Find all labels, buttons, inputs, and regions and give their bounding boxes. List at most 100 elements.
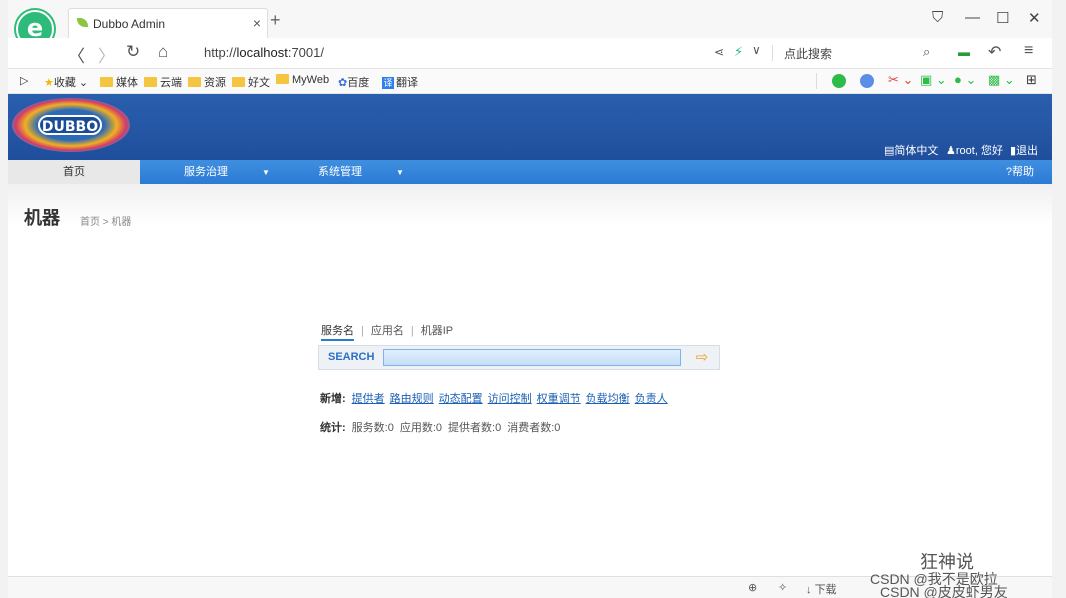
bookmark-articles[interactable]: 好文 <box>232 74 270 90</box>
search-type-tabs: 服务名 | 应用名 | 机器IP <box>321 322 453 341</box>
minimize-button[interactable]: — <box>965 9 980 26</box>
link-weight[interactable]: 权重调节 <box>537 393 581 405</box>
dubbo-logo[interactable]: DUBBO <box>12 98 130 152</box>
link-load-balance[interactable]: 负载均衡 <box>586 393 630 405</box>
sidebar-toggle-icon[interactable]: ▷ <box>20 74 28 87</box>
browser-window: e Dubbo Admin × + ⛉ — ☐ ✕ 〈 〉 ↻ ⌂ http:/… <box>8 0 1052 598</box>
download-button[interactable]: ↓ 下载 <box>806 581 837 597</box>
bookmark-resources[interactable]: 资源 <box>188 74 226 90</box>
share-icon[interactable]: ⋖ <box>714 45 724 59</box>
close-window-button[interactable]: ✕ <box>1028 9 1041 27</box>
tool-icon[interactable]: ▣ ⌄ <box>920 72 947 88</box>
bookmark-label: MyWeb <box>292 74 330 86</box>
bookmark-translate[interactable]: 译翻译 <box>382 74 418 90</box>
tab-machine-ip[interactable]: 机器IP <box>421 325 453 337</box>
bookmark-cloud[interactable]: 云端 <box>144 74 182 90</box>
address-bar: 〈 〉 ↻ ⌂ http://localhost:7001/ ⋖ ⚡ ∨ 点此搜… <box>8 38 1052 69</box>
add-label: 新增: <box>320 393 346 405</box>
link-owner[interactable]: 负责人 <box>635 393 668 405</box>
search-label: SEARCH <box>328 351 375 363</box>
folder-icon <box>144 77 157 87</box>
download-icon: ↓ <box>806 584 812 596</box>
bookmarks-bar: ▷ ★收藏 ⌄ 媒体 云端 资源 好文 MyWeb ✿百度 译翻译 ✂ ⌄ ▣ … <box>8 69 1052 94</box>
page-title: 机器 <box>24 208 60 229</box>
maximize-button[interactable]: ☐ <box>996 9 1009 27</box>
star-icon: ★ <box>44 77 54 89</box>
user-link[interactable]: ♟root, 您好 <box>946 142 1003 158</box>
menu-help[interactable]: ?帮助 <box>1006 160 1034 184</box>
translate-icon: 译 <box>382 77 394 89</box>
bookmark-label: 媒体 <box>116 77 138 89</box>
tab-service-name[interactable]: 服务名 <box>321 325 354 341</box>
battery-icon[interactable]: ▬ <box>958 45 970 59</box>
history-icon[interactable]: ⊕ <box>748 581 757 594</box>
game-icon[interactable]: ▩ ⌄ <box>988 72 1015 88</box>
menu-service-governance[interactable]: 服务治理 ▼ <box>184 160 270 184</box>
search-input[interactable] <box>383 349 681 366</box>
stat-apps: 应用数:0 <box>399 422 443 434</box>
logout-label: 退出 <box>1016 145 1039 157</box>
browser-tab[interactable]: Dubbo Admin × <box>68 8 268 38</box>
bookmark-label: 云端 <box>160 77 182 89</box>
new-tab-button[interactable]: + <box>270 11 281 29</box>
search-go-arrow-icon[interactable]: ⇨ <box>693 350 711 365</box>
help-label: 帮助 <box>1012 166 1034 178</box>
logo-text: DUBBO <box>38 115 102 135</box>
divider <box>816 73 817 89</box>
logout-link[interactable]: ▮退出 <box>1010 142 1038 158</box>
add-links: 新增: 提供者 路由规则 动态配置 访问控制 权重调节 负载均衡 负责人 <box>320 390 673 406</box>
link-provider[interactable]: 提供者 <box>352 393 385 405</box>
url-prefix: http:// <box>204 45 237 60</box>
undo-icon[interactable]: ↶ <box>988 42 1001 62</box>
menu-icon[interactable]: ≡ <box>1024 42 1033 60</box>
tab-bar: e Dubbo Admin × + ⛉ — ☐ ✕ <box>8 0 1052 48</box>
download-label: 下载 <box>814 584 837 596</box>
extension-green-icon[interactable] <box>832 74 846 88</box>
search-engine-input[interactable]: 点此搜索 <box>784 45 832 62</box>
coin-icon[interactable]: ● ⌄ <box>954 72 976 88</box>
page-content: DUBBO ▤简体中文 ♟root, 您好 ▮退出 首页 服务治理 ▼ 系统管理 ▼… <box>8 94 1052 576</box>
link-route-rule[interactable]: 路由规则 <box>390 393 434 405</box>
main-menu: 首页 服务治理 ▼ 系统管理 ▼ ?帮助 <box>8 160 1052 184</box>
user-label: root, 您好 <box>955 145 1003 157</box>
lightning-icon[interactable]: ⚡ <box>734 44 743 60</box>
menu-system-management[interactable]: 系统管理 ▼ <box>318 160 404 184</box>
apps-grid-icon[interactable]: ⊞ <box>1026 72 1037 88</box>
bookmark-label: 收藏 <box>53 77 76 89</box>
url-host: localhost <box>236 45 288 60</box>
bookmark-baidu[interactable]: ✿百度 <box>338 74 369 90</box>
home-icon[interactable]: ⌂ <box>158 42 168 62</box>
dropdown-arrow-icon: ▼ <box>396 168 404 177</box>
paw-icon: ✿ <box>338 77 348 89</box>
url-input[interactable]: http://localhost:7001/ <box>204 45 324 60</box>
tab-close-icon[interactable]: × <box>253 15 261 31</box>
scissors-icon[interactable]: ✂ ⌄ <box>888 72 913 88</box>
stats-label: 统计: <box>320 422 346 434</box>
bookmark-favorites[interactable]: ★收藏 ⌄ <box>44 74 88 90</box>
divider <box>772 45 773 61</box>
language-link[interactable]: ▤简体中文 <box>884 142 938 158</box>
divider: | <box>410 325 414 337</box>
dropdown-arrow-icon: ▼ <box>262 168 270 177</box>
pin-icon[interactable]: ✧ <box>778 581 787 594</box>
stats-line: 统计: 服务数:0 应用数:0 提供者数:0 消费者数:0 <box>320 419 566 435</box>
menu-home[interactable]: 首页 <box>8 160 140 184</box>
bookmark-media[interactable]: 媒体 <box>100 74 138 90</box>
folder-icon <box>188 77 201 87</box>
link-access-control[interactable]: 访问控制 <box>488 393 532 405</box>
extension-blue-icon[interactable] <box>860 74 874 88</box>
back-icon[interactable]: 〈 <box>68 42 85 67</box>
folder-icon <box>100 77 113 87</box>
search-icon[interactable]: ⌕ <box>923 44 930 60</box>
leaf-favicon-icon <box>77 18 88 27</box>
tab-app-name[interactable]: 应用名 <box>371 325 404 337</box>
breadcrumb[interactable]: 首页 > 机器 <box>80 213 131 228</box>
title-band <box>8 184 1052 224</box>
forward-icon[interactable]: 〉 <box>98 42 115 67</box>
bookmark-myweb[interactable]: MyWeb <box>276 74 329 86</box>
skin-icon[interactable]: ⛉ <box>932 9 943 26</box>
chevron-down-icon[interactable]: ∨ <box>752 43 761 57</box>
link-dynamic-config[interactable]: 动态配置 <box>439 393 483 405</box>
refresh-icon[interactable]: ↻ <box>126 42 140 62</box>
tab-title: Dubbo Admin <box>93 17 166 31</box>
